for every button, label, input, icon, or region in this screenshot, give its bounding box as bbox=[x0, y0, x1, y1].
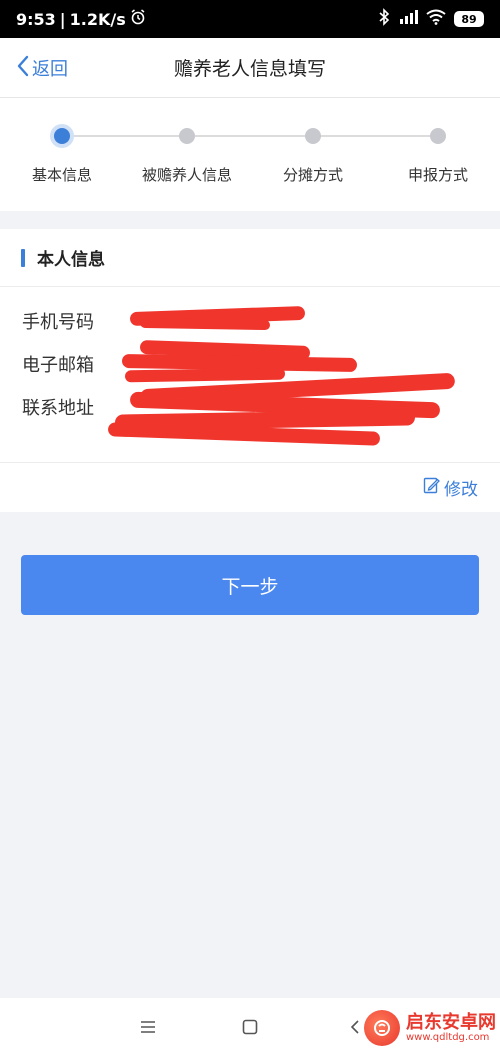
status-left: 9:53 | 1.2K/s bbox=[16, 9, 146, 29]
phone-row: 手机号码 bbox=[22, 299, 94, 342]
phone-label: 手机号码 bbox=[22, 311, 94, 333]
edit-label: 修改 bbox=[444, 480, 478, 500]
step-dot bbox=[430, 128, 446, 144]
battery-icon: 89 bbox=[454, 11, 484, 27]
chevron-left-icon bbox=[16, 55, 30, 82]
status-separator: | bbox=[59, 9, 66, 29]
watermark-url: www.qdltdg.com bbox=[406, 1032, 490, 1044]
back-button[interactable]: 返回 bbox=[16, 38, 68, 98]
redaction-phone-2 bbox=[139, 317, 271, 331]
step-label: 基本信息 bbox=[31, 166, 92, 184]
home-icon[interactable] bbox=[235, 1012, 265, 1042]
stepper-line bbox=[62, 135, 438, 137]
next-step-button[interactable]: 下一步 bbox=[21, 555, 479, 615]
step-dot bbox=[305, 128, 321, 144]
status-time: 9:53 bbox=[16, 9, 56, 29]
wifi-icon bbox=[426, 9, 446, 29]
signal-icon bbox=[398, 9, 418, 29]
step-dot bbox=[179, 128, 195, 144]
redaction-email-3 bbox=[124, 367, 286, 383]
info-rows: 手机号码 电子邮箱 联系地址 bbox=[22, 299, 94, 428]
personal-info-card: 本人信息 手机号码 电子邮箱 联系地址 修改 bbox=[0, 229, 500, 512]
menu-icon[interactable] bbox=[133, 1012, 163, 1042]
header: 返回 赡养老人信息填写 bbox=[0, 38, 500, 98]
email-label: 电子邮箱 bbox=[22, 354, 94, 376]
address-row: 联系地址 bbox=[22, 385, 94, 428]
section-accent-bar bbox=[21, 248, 25, 267]
status-bar: 9:53 | 1.2K/s 89 bbox=[0, 0, 500, 38]
edit-button[interactable]: 修改 bbox=[423, 463, 478, 512]
step-label: 被赡养人信息 bbox=[141, 166, 232, 184]
status-right: 89 bbox=[378, 8, 484, 30]
step-label: 分摊方式 bbox=[282, 166, 343, 184]
section-header: 本人信息 bbox=[0, 229, 500, 287]
watermark-name: 启东安卓网 bbox=[406, 1011, 496, 1033]
address-label: 联系地址 bbox=[22, 397, 94, 419]
step-label: 申报方式 bbox=[407, 166, 468, 184]
watermark-logo-icon bbox=[364, 1010, 400, 1046]
step-dot-active bbox=[54, 128, 70, 144]
edit-icon bbox=[423, 477, 440, 499]
back-label: 返回 bbox=[32, 59, 68, 80]
watermark: 启东安卓网 www.qdltdg.com bbox=[364, 1010, 496, 1046]
page-title: 赡养老人信息填写 bbox=[173, 58, 326, 80]
section-title: 本人信息 bbox=[37, 250, 105, 270]
status-speed: 1.2K/s bbox=[69, 9, 126, 29]
alarm-icon bbox=[130, 9, 146, 29]
email-row: 电子邮箱 bbox=[22, 342, 94, 385]
bluetooth-icon bbox=[378, 8, 390, 30]
watermark-text: 启东安卓网 www.qdltdg.com bbox=[406, 1011, 496, 1044]
progress-stepper: 基本信息 被赡养人信息 分摊方式 申报方式 bbox=[0, 98, 500, 211]
